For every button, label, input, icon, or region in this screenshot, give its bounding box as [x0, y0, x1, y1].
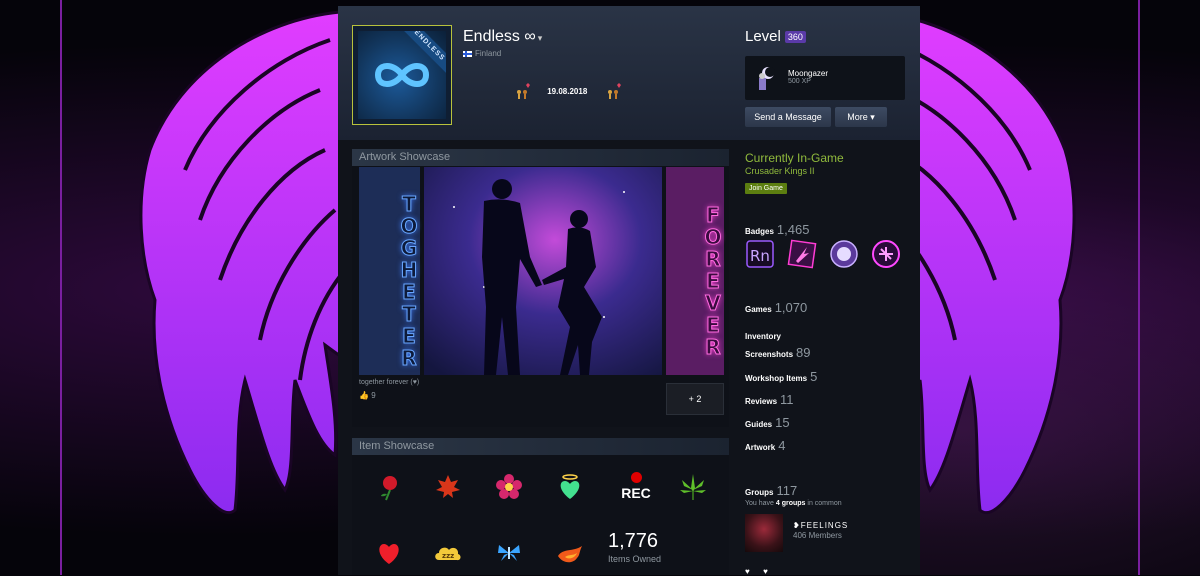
- couple-heart-icon: [517, 83, 530, 99]
- groups-common-count[interactable]: 4 groups: [776, 500, 806, 507]
- guides-link[interactable]: Guides 15: [745, 414, 790, 432]
- artwork-right-word: FOREVER: [701, 203, 726, 358]
- item-showcase-title: Item Showcase: [352, 438, 729, 455]
- reviews-label: Reviews: [745, 397, 778, 406]
- badges-label: Badges: [745, 227, 774, 236]
- thumbs-up-icon: 👍: [359, 391, 369, 400]
- chevron-down-icon: ▾: [537, 33, 543, 43]
- artwork-likes: 👍 9: [359, 391, 376, 400]
- artwork-right-panel[interactable]: FOREVER: [666, 167, 726, 375]
- guides-count: 15: [775, 415, 790, 430]
- profile-summary-date: 19.08.2018: [513, 82, 622, 100]
- artwork-left-panel[interactable]: TOGHETER: [359, 167, 422, 375]
- favorite-badge[interactable]: Moongazer 500 XP: [745, 56, 905, 100]
- more-button[interactable]: More ▾: [835, 107, 887, 127]
- artwork-label: Artwork: [745, 443, 776, 452]
- groups-common-prefix: You have: [745, 500, 776, 507]
- favorite-badge-xp: 500 XP: [788, 78, 811, 85]
- screenshots-link[interactable]: Screenshots 89: [745, 344, 811, 362]
- level-label: Level: [745, 28, 781, 45]
- lightning-badge-icon[interactable]: [787, 239, 817, 269]
- background-edge-line: [1138, 0, 1140, 575]
- groups-link[interactable]: Groups 117: [745, 482, 797, 500]
- moongazer-badge-icon: [759, 67, 775, 90]
- favorite-badge-name: Moongazer: [788, 69, 829, 78]
- rec-item[interactable]: REC: [616, 472, 656, 502]
- level-badge[interactable]: 360: [784, 31, 806, 44]
- profile-page: ENDLESS Endless ∞ ▾ Finland 19.08.2018 Le…: [338, 6, 920, 576]
- artwork-left-word: TOGHETER: [397, 192, 422, 369]
- persona-name[interactable]: Endless ∞ ▾: [463, 28, 542, 46]
- artwork-main-image[interactable]: [424, 167, 662, 375]
- blue-butterfly-icon[interactable]: [494, 538, 524, 568]
- persona-name-text: Endless ∞: [463, 28, 536, 45]
- group-members: 406 Members: [793, 531, 842, 540]
- date-text: 19.08.2018: [547, 86, 588, 96]
- background-edge-line: [60, 0, 62, 575]
- red-heart-icon[interactable]: [374, 538, 404, 568]
- games-count: 1,070: [774, 300, 808, 315]
- maple-leaf-icon[interactable]: [433, 472, 463, 502]
- screenshots-count: 89: [796, 345, 811, 360]
- artwork-showcase: Artwork Showcase TOGHETER FOREVER togeth…: [352, 149, 729, 427]
- current-game-link[interactable]: Crusader Kings II: [745, 166, 815, 176]
- artwork-showcase-title: Artwork Showcase: [352, 149, 729, 166]
- rose-icon[interactable]: [374, 472, 404, 502]
- games-link[interactable]: Games 1,070: [745, 299, 807, 317]
- item-showcase: Item Showcase REC zzz 1,776 Items Owned: [352, 438, 729, 575]
- country-name: Finland: [475, 49, 502, 58]
- artwork-likes-count: 9: [371, 391, 376, 400]
- profile-level: Level 360: [745, 28, 806, 45]
- badges-link[interactable]: Badges 1,465: [745, 221, 809, 239]
- guides-label: Guides: [745, 420, 773, 429]
- angel-heart-icon[interactable]: [555, 472, 585, 502]
- groups-label: Groups: [745, 488, 774, 497]
- couple-heart-icon: [607, 83, 621, 99]
- svg-text:zzz: zzz: [442, 552, 454, 560]
- avatar[interactable]: ENDLESS: [352, 25, 452, 125]
- sigil-badge-icon[interactable]: [871, 239, 901, 269]
- reviews-link[interactable]: Reviews 11: [745, 391, 794, 409]
- group-avatar[interactable]: [745, 514, 783, 552]
- workshop-count: 5: [810, 369, 818, 384]
- rn-badge-icon[interactable]: Rn: [745, 239, 775, 269]
- flame-icon[interactable]: [555, 538, 585, 568]
- groups-count: 117: [776, 483, 798, 498]
- group-name[interactable]: ❥FEELINGS: [793, 521, 848, 530]
- sleepy-cloud-icon[interactable]: zzz: [433, 538, 463, 568]
- badges-count: 1,465: [776, 222, 810, 237]
- inventory-label: Inventory: [745, 332, 782, 341]
- groups-in-common: You have 4 groups in common: [745, 500, 842, 507]
- profile-country: Finland: [463, 49, 501, 58]
- artwork-link[interactable]: Artwork 4: [745, 437, 785, 455]
- record-dot-icon: [630, 472, 642, 483]
- artwork-count: 4: [778, 438, 786, 453]
- flower-icon[interactable]: [494, 472, 524, 502]
- send-message-button[interactable]: Send a Message: [745, 107, 831, 127]
- games-label: Games: [745, 305, 772, 314]
- more-artwork-button[interactable]: + 2: [666, 383, 724, 415]
- rec-label: REC: [621, 485, 651, 501]
- workshop-label: Workshop Items: [745, 374, 808, 383]
- svg-text:Rn: Rn: [750, 247, 770, 265]
- workshop-link[interactable]: Workshop Items 5: [745, 368, 817, 386]
- inventory-link[interactable]: Inventory: [745, 326, 781, 344]
- avatar-image: ENDLESS: [358, 31, 446, 119]
- currently-ingame-heading: Currently In-Game: [745, 151, 844, 165]
- cannabis-leaf-icon[interactable]: [678, 472, 708, 502]
- groups-common-suffix: in common: [805, 500, 842, 507]
- artwork-caption[interactable]: together forever (♥): [359, 379, 419, 386]
- join-game-button[interactable]: Join Game: [745, 183, 787, 194]
- finland-flag-icon: [463, 50, 472, 57]
- items-owned-label: Items Owned: [608, 554, 662, 564]
- orb-badge-icon[interactable]: [829, 239, 859, 269]
- screenshots-label: Screenshots: [745, 350, 794, 359]
- items-owned-count: 1,776: [608, 530, 659, 552]
- profile-header: ENDLESS Endless ∞ ▾ Finland 19.08.2018 Le…: [338, 6, 920, 140]
- reviews-count: 11: [780, 392, 794, 407]
